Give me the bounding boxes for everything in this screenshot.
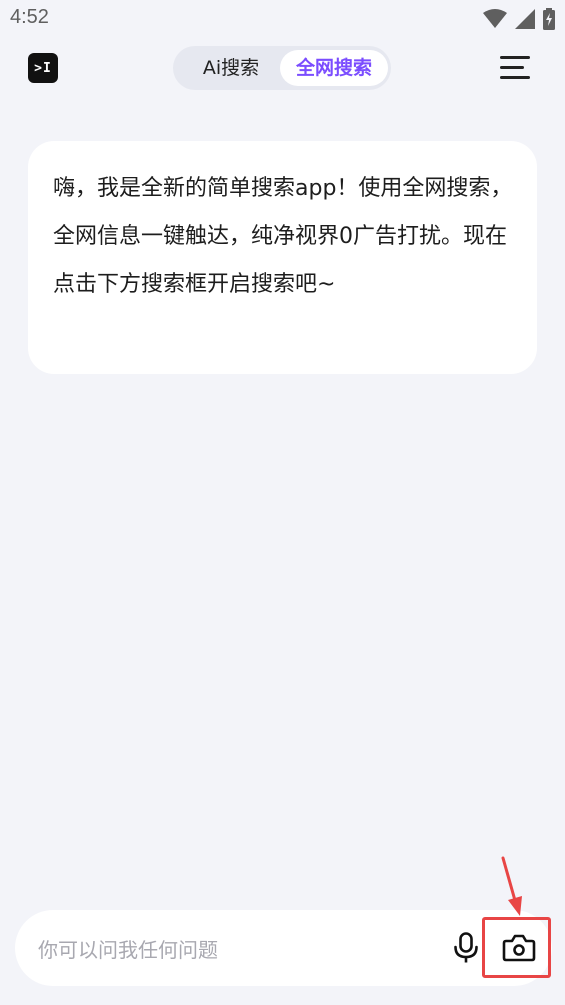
annotation-arrow bbox=[501, 856, 522, 916]
status-time: 4:52 bbox=[10, 6, 49, 28]
search-input-placeholder[interactable]: 你可以问我任何问题 bbox=[38, 934, 218, 963]
status-bar: 4:52 bbox=[0, 0, 565, 38]
app-header: >I Ai搜索 全网搜索 bbox=[0, 38, 565, 98]
app-logo: >I bbox=[28, 53, 58, 83]
tab-web-search[interactable]: 全网搜索 bbox=[280, 50, 388, 86]
status-icons bbox=[483, 8, 555, 30]
signal-icon bbox=[515, 9, 535, 29]
battery-icon bbox=[543, 8, 555, 30]
tab-ai-search[interactable]: Ai搜索 bbox=[181, 50, 281, 86]
wifi-icon bbox=[483, 9, 507, 28]
microphone-icon[interactable] bbox=[453, 932, 479, 964]
annotation-highlight-box bbox=[482, 917, 551, 978]
search-mode-switch: Ai搜索 全网搜索 bbox=[173, 46, 391, 90]
welcome-message-text: 嗨，我是全新的简单搜索app！使用全网搜索，全网信息一键触达，纯净视界0广告打扰… bbox=[53, 176, 513, 297]
menu-icon[interactable] bbox=[500, 56, 530, 80]
search-input-bar[interactable]: 你可以问我任何问题 bbox=[15, 910, 552, 986]
welcome-message-bubble: 嗨，我是全新的简单搜索app！使用全网搜索，全网信息一键触达，纯净视界0广告打扰… bbox=[28, 141, 537, 374]
